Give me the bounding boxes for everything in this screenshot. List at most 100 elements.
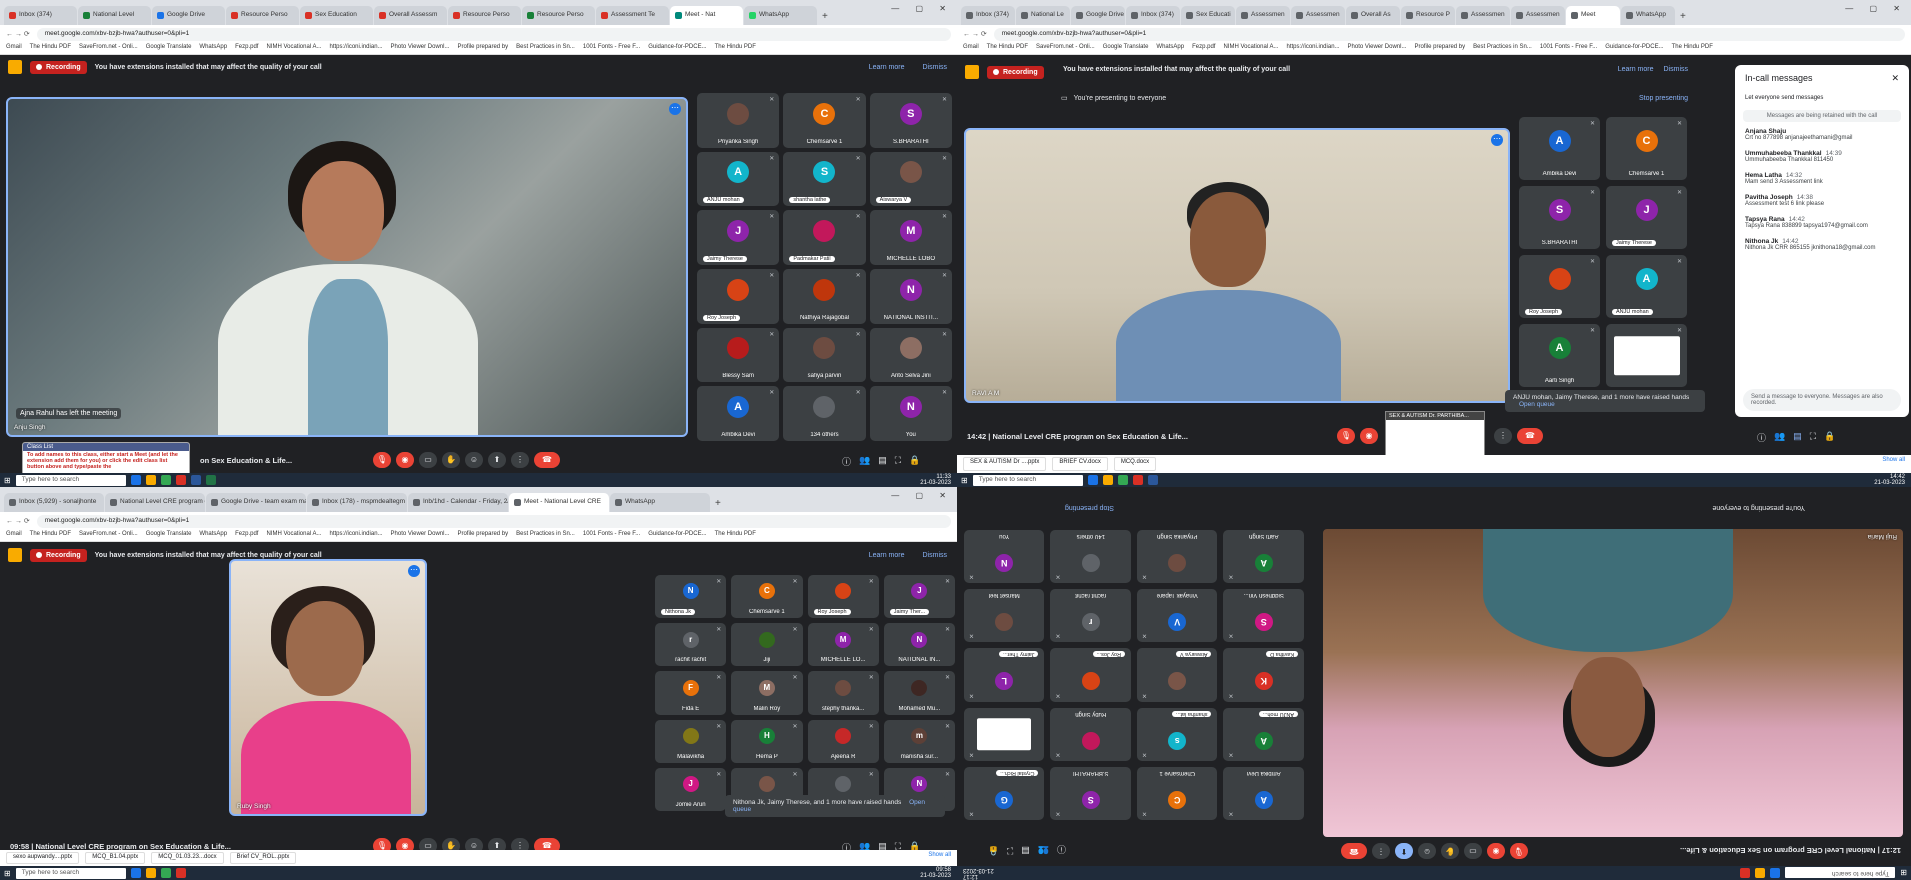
- excel-icon[interactable]: [205, 475, 216, 485]
- bookmark-item[interactable]: The Hindu PDF: [987, 44, 1028, 53]
- participant-tile[interactable]: ✕ A Ambika Devi: [1223, 766, 1304, 820]
- powerpoint-icon[interactable]: [175, 868, 186, 878]
- windows-start-icon[interactable]: ⊞: [4, 476, 11, 485]
- host-controls-icon[interactable]: 🔒: [988, 843, 999, 856]
- people-icon[interactable]: 👥: [1038, 843, 1049, 856]
- participant-tile[interactable]: ✕ S S.BHARATHI: [1050, 766, 1131, 820]
- hand-button[interactable]: ✋: [442, 452, 460, 468]
- leave-call-button[interactable]: ☎: [534, 452, 560, 468]
- edge-icon[interactable]: [1087, 475, 1098, 485]
- participant-tile[interactable]: ✕ A Ambika Devi: [1519, 117, 1600, 180]
- emoji-button[interactable]: ☺: [465, 452, 483, 468]
- browser-tab[interactable]: Meet - National Level CRE: [509, 493, 609, 512]
- participant-tile[interactable]: ✕ J Jaimy Ther...: [883, 575, 955, 619]
- more-options-icon[interactable]: ⋯: [408, 565, 420, 577]
- activities-icon[interactable]: ⛶: [895, 455, 901, 468]
- mic-off-button[interactable]: 🎙: [373, 452, 391, 468]
- edge-icon[interactable]: [1770, 868, 1781, 878]
- bookmark-item[interactable]: Google Translate: [146, 44, 192, 53]
- bookmark-item[interactable]: WhatsApp: [199, 531, 227, 540]
- browser-tab[interactable]: WhatsApp: [610, 493, 710, 512]
- participant-tile[interactable]: ✕ Roy Joseph: [1519, 255, 1600, 318]
- browser-tab[interactable]: Meet: [1566, 6, 1620, 25]
- bookmark-item[interactable]: Guidance-for-PDCE...: [648, 531, 706, 540]
- participant-tile[interactable]: ✕ Jiji: [731, 623, 803, 667]
- participant-tile[interactable]: ✕ Nathiya Rajagobal: [783, 269, 866, 324]
- participant-tile[interactable]: ✕ Aiswarya V: [1137, 648, 1218, 702]
- powerpoint-icon[interactable]: [1740, 868, 1751, 878]
- participant-tile[interactable]: ✕ Mohamed Mu...: [883, 671, 955, 715]
- bookmark-item[interactable]: Best Practices in Sn...: [516, 44, 575, 53]
- edge-icon[interactable]: [130, 868, 141, 878]
- stop-presenting-link[interactable]: Stop presenting: [1065, 504, 1114, 511]
- participant-tile[interactable]: ✕ Priyanka Singh: [1137, 530, 1218, 584]
- camera-off-button[interactable]: ◉: [396, 452, 414, 468]
- windows-start-icon[interactable]: ⊞: [961, 476, 968, 485]
- browser-tab[interactable]: WhatsApp: [744, 6, 817, 25]
- nav-buttons[interactable]: ← → ⟳: [963, 30, 987, 38]
- explorer-icon[interactable]: [145, 868, 156, 878]
- participant-tile[interactable]: ✕ M Malin Roy: [731, 671, 803, 715]
- learn-more-link[interactable]: Learn more: [869, 552, 905, 559]
- participant-tile[interactable]: ✕ S S.BHARATHI: [1519, 186, 1600, 249]
- present-button[interactable]: ⬆: [488, 452, 506, 468]
- bookmark-item[interactable]: NIMH Vocational A...: [266, 44, 321, 53]
- dismiss-link[interactable]: Dismiss: [923, 552, 948, 559]
- main-video[interactable]: ⋯ Ruby Singh: [229, 559, 427, 816]
- browser-tab[interactable]: Google Drive - team exam mate: [206, 493, 306, 512]
- more-options-icon[interactable]: ⋯: [669, 103, 681, 115]
- participant-tile[interactable]: ✕ safiya parvin: [783, 327, 866, 383]
- learn-more-link[interactable]: Learn more: [869, 64, 905, 71]
- browser-tab[interactable]: Inbox (178) - mspmdealtegm: [307, 493, 407, 512]
- activities-icon[interactable]: ⛶: [1007, 843, 1013, 856]
- bookmark-item[interactable]: The Hindu PDF: [715, 44, 756, 53]
- download-item[interactable]: MCQ.docx: [1113, 457, 1157, 471]
- bookmark-item[interactable]: https://iconi.indian...: [1287, 44, 1340, 53]
- leave-call-button[interactable]: ☎: [1517, 428, 1543, 444]
- participant-tile[interactable]: ✕ H Hema P: [731, 719, 803, 763]
- browser-tab[interactable]: Assessmen: [1511, 6, 1565, 25]
- browser-tab[interactable]: Inbox (374): [961, 6, 1015, 25]
- bookmark-item[interactable]: SaveFrom.net - Onli...: [79, 44, 138, 53]
- participant-tile[interactable]: ✕ A ANJU mohan: [697, 151, 780, 207]
- bookmark-item[interactable]: Fezp.pdf: [1192, 44, 1215, 53]
- info-icon[interactable]: ⓘ: [1057, 843, 1066, 856]
- participant-tile[interactable]: ✕ C Chemsarve 1: [783, 93, 866, 148]
- browser-tab[interactable]: Assessmen: [1291, 6, 1345, 25]
- bookmark-item[interactable]: Best Practices in Sn...: [516, 531, 575, 540]
- participant-tile[interactable]: ✕: [964, 707, 1045, 761]
- participant-tile[interactable]: ✕ r rachit rachit: [1050, 589, 1131, 643]
- chrome-icon[interactable]: [1117, 475, 1128, 485]
- participant-tile[interactable]: ✕ r rachit rachit: [655, 623, 727, 667]
- browser-tab[interactable]: National Le: [1016, 6, 1070, 25]
- main-video[interactable]: ⋯ RAVI A M: [964, 128, 1510, 403]
- participant-tile[interactable]: ✕ A ANJU moh...: [1223, 707, 1304, 761]
- chat-icon[interactable]: ▤: [1021, 843, 1030, 856]
- participant-tile[interactable]: ✕ m manisha sur...: [883, 719, 955, 763]
- bookmark-item[interactable]: WhatsApp: [199, 44, 227, 53]
- participant-tile[interactable]: ✕ 134 others: [783, 386, 866, 441]
- bookmark-item[interactable]: Fezp.pdf: [235, 44, 258, 53]
- url-field[interactable]: meet.google.com/xbv-bzjb-hwa?authuser=0&…: [36, 514, 951, 528]
- participant-tile[interactable]: ✕ Anto Selva Jini: [869, 327, 952, 383]
- browser-tab[interactable]: Resource P: [1401, 6, 1455, 25]
- info-icon[interactable]: ⓘ: [1757, 431, 1766, 444]
- learn-more-link[interactable]: Learn more: [1618, 66, 1654, 73]
- browser-tab[interactable]: Resource Perso: [226, 6, 299, 25]
- bookmark-item[interactable]: Google Translate: [146, 531, 192, 540]
- participant-tile[interactable]: ✕ N You: [964, 530, 1045, 584]
- new-tab-icon[interactable]: +: [711, 498, 725, 512]
- main-video[interactable]: Ruji Maria: [1321, 527, 1905, 839]
- taskbar-search[interactable]: Type here to search: [15, 867, 126, 879]
- activities-icon[interactable]: ⛶: [1810, 431, 1816, 444]
- window-controls[interactable]: — ▢ ✕: [891, 491, 953, 500]
- recording-badge[interactable]: Recording: [30, 548, 87, 562]
- bookmark-item[interactable]: 1001 Fonts - Free F...: [583, 531, 640, 540]
- show-all-button[interactable]: Show all: [928, 852, 951, 864]
- people-icon[interactable]: 👥: [859, 455, 870, 468]
- participant-tile[interactable]: ✕ L Jaimy Ther...: [964, 648, 1045, 702]
- download-item[interactable]: BRIEF CV.docx: [1052, 457, 1108, 471]
- explorer-icon[interactable]: [1755, 868, 1766, 878]
- bookmark-item[interactable]: Profile prepared by: [457, 44, 508, 53]
- chat-icon[interactable]: ▤: [1793, 431, 1802, 444]
